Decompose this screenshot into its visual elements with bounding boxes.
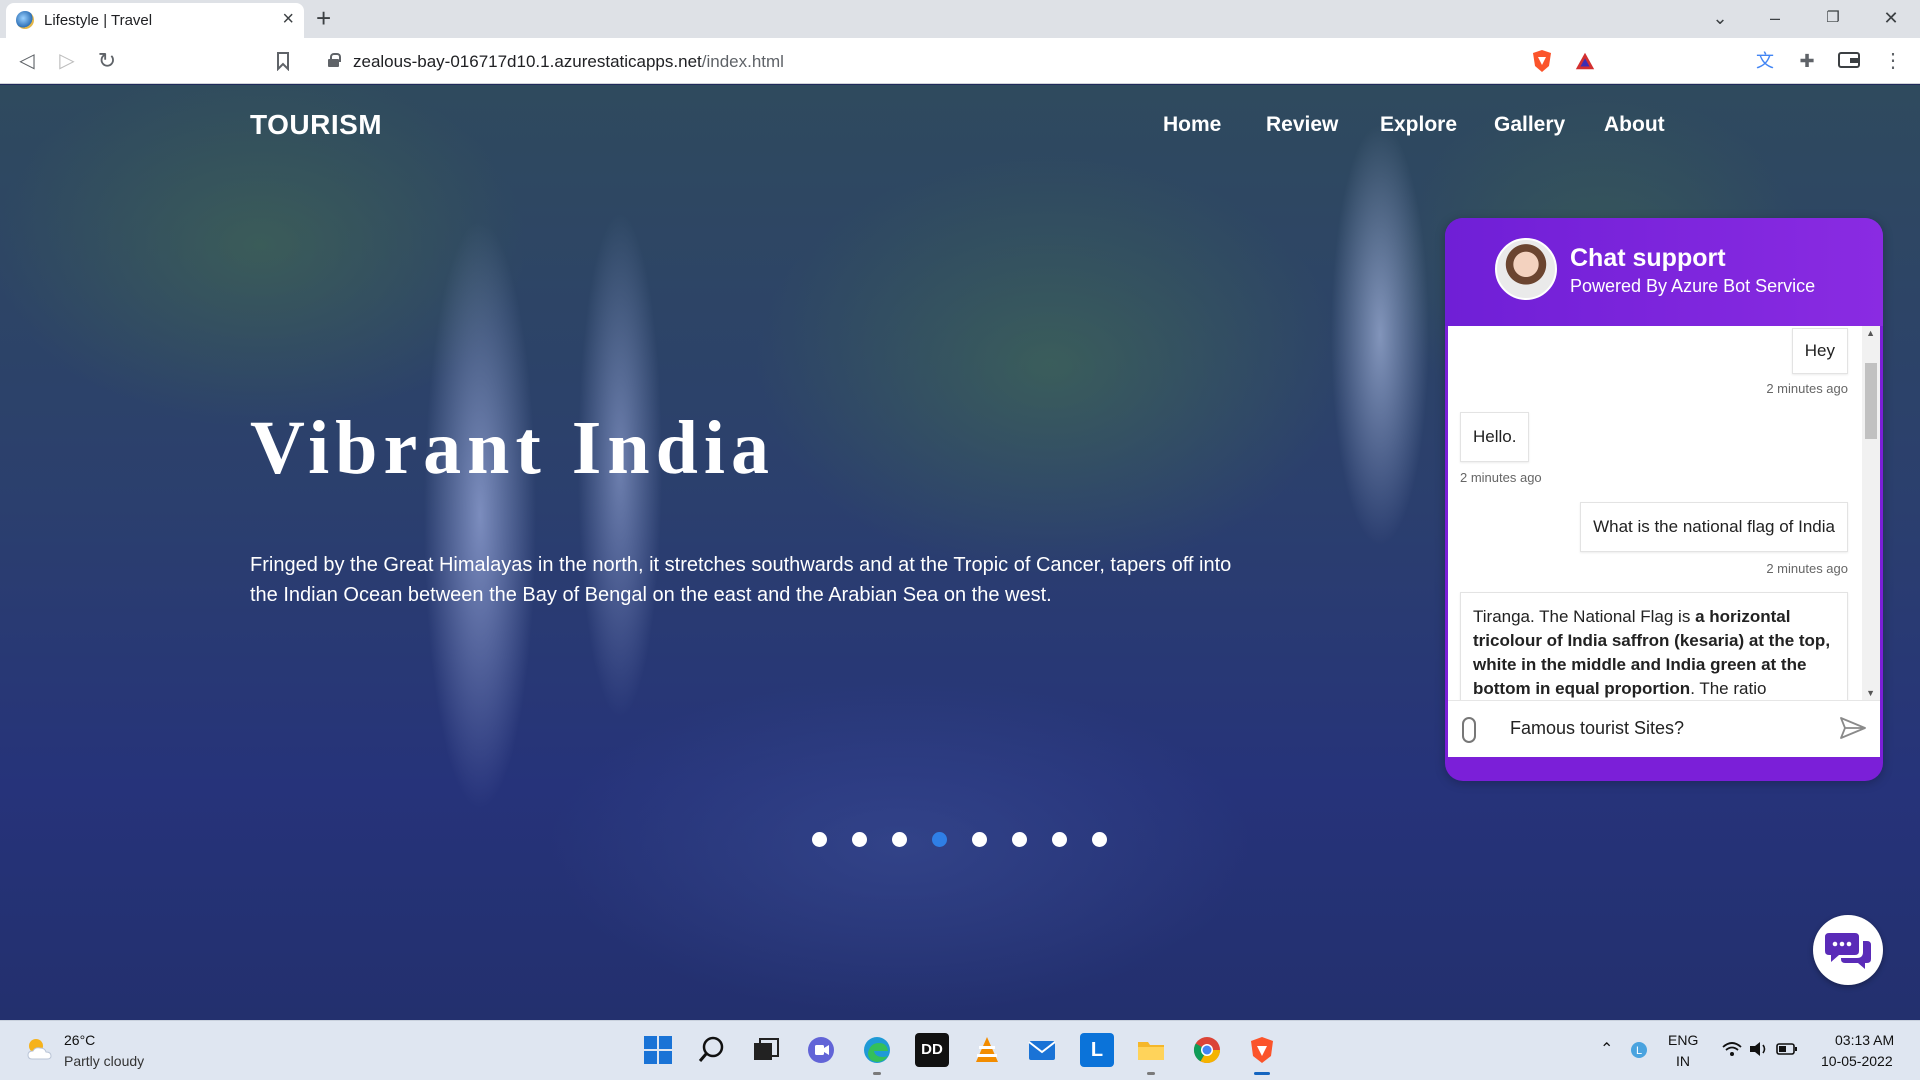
forward-icon[interactable]: ▷ <box>52 46 82 76</box>
chat-bubbles-icon <box>1825 933 1871 969</box>
nav-review[interactable]: Review <box>1266 113 1338 137</box>
file-explorer-icon[interactable] <box>1134 1033 1168 1075</box>
attachment-icon[interactable] <box>1462 717 1476 743</box>
nav-about[interactable]: About <box>1604 113 1665 137</box>
chat-scrollbar[interactable]: ▲ ▼ <box>1862 326 1880 700</box>
brave-shield-icon[interactable] <box>1531 49 1553 73</box>
chat-launcher-button[interactable] <box>1813 915 1883 985</box>
l-app-icon[interactable]: L <box>1080 1033 1114 1067</box>
nav-gallery[interactable]: Gallery <box>1494 113 1565 137</box>
clock-date[interactable]: 10-05-2022 <box>1821 1053 1893 1069</box>
message-timestamp: 2 minutes ago <box>1766 561 1848 576</box>
menu-icon[interactable]: ⋮ <box>1880 48 1906 74</box>
bookmark-icon[interactable] <box>276 51 290 71</box>
teams-chat-icon[interactable] <box>804 1033 838 1067</box>
chat-transcript[interactable]: Hey 2 minutes ago Hello. 2 minutes ago W… <box>1448 326 1880 700</box>
edge-browser-icon[interactable] <box>860 1033 894 1075</box>
minimize-button[interactable]: – <box>1760 6 1790 30</box>
agent-avatar <box>1495 238 1557 300</box>
scroll-down-icon[interactable]: ▼ <box>1866 688 1875 698</box>
carousel-dot[interactable] <box>852 832 867 847</box>
tab-title: Lifestyle | Travel <box>44 12 153 29</box>
carousel-dot[interactable] <box>1092 832 1107 847</box>
user-message: What is the national flag of India <box>1580 502 1848 552</box>
wallet-icon[interactable] <box>1838 51 1860 69</box>
carousel-dot[interactable] <box>1052 832 1067 847</box>
site-logo[interactable]: TOURISM <box>250 109 382 141</box>
partly-cloudy-icon[interactable] <box>24 1035 54 1065</box>
nav-explore[interactable]: Explore <box>1380 113 1457 137</box>
l-tray-app-icon[interactable]: L <box>1630 1041 1648 1059</box>
chat-subtitle: Powered By Azure Bot Service <box>1570 276 1816 296</box>
message-timestamp: 2 minutes ago <box>1460 470 1542 485</box>
translate-icon[interactable]: 文 <box>1752 48 1778 74</box>
input-region[interactable]: IN <box>1676 1053 1690 1069</box>
chat-title: Chat support <box>1570 244 1726 272</box>
message-timestamp: 2 minutes ago <box>1766 381 1848 396</box>
volume-icon[interactable] <box>1748 1040 1770 1058</box>
vlc-icon[interactable] <box>970 1033 1004 1067</box>
search-icon[interactable] <box>695 1033 729 1067</box>
chat-input-bar: Famous tourist Sites? <box>1448 700 1880 757</box>
scrollbar-thumb[interactable] <box>1865 363 1877 439</box>
browser-tab-bar: Lifestyle | Travel × + ⌄ – ❐ ✕ <box>0 0 1920 38</box>
address-bar[interactable]: zealous-bay-016717d10.1.azurestaticapps.… <box>312 44 1608 78</box>
back-icon[interactable]: ◁ <box>12 46 42 76</box>
brave-rewards-icon[interactable] <box>1574 49 1596 73</box>
browser-toolbar: ◁ ▷ ↻ zealous-bay-016717d10.1.azurestati… <box>0 38 1920 84</box>
browser-tab[interactable]: Lifestyle | Travel × <box>6 3 304 38</box>
carousel-dot[interactable] <box>1012 832 1027 847</box>
carousel-dot[interactable] <box>932 832 947 847</box>
weather-condition: Partly cloudy <box>64 1053 145 1069</box>
hero-title: Vibrant India <box>250 406 775 490</box>
extensions-puzzle-icon[interactable]: ✚ <box>1794 48 1820 74</box>
carousel-dot[interactable] <box>972 832 987 847</box>
clock-time[interactable]: 03:13 AM <box>1835 1032 1894 1048</box>
input-language[interactable]: ENG <box>1668 1032 1698 1048</box>
svg-text:L: L <box>1636 1045 1642 1057</box>
send-icon[interactable] <box>1840 717 1866 739</box>
reload-icon[interactable]: ↻ <box>92 46 122 76</box>
scroll-up-icon[interactable]: ▲ <box>1866 328 1875 338</box>
site-favicon-icon <box>16 11 34 29</box>
carousel-dot[interactable] <box>812 832 827 847</box>
lock-icon <box>328 53 341 67</box>
brave-browser-icon[interactable] <box>1245 1033 1279 1075</box>
message-input[interactable]: Famous tourist Sites? <box>1510 718 1684 739</box>
chat-header: Chat support Powered By Azure Bot Servic… <box>1445 218 1883 326</box>
url-text[interactable]: zealous-bay-016717d10.1.azurestaticapps.… <box>353 52 784 72</box>
bot-message: Tiranga. The National Flag is a horizont… <box>1460 592 1848 700</box>
new-tab-button[interactable]: + <box>316 4 331 32</box>
wifi-icon[interactable] <box>1722 1041 1742 1057</box>
hero-description: Fringed by the Great Himalayas in the no… <box>250 554 1232 606</box>
windows-start-icon[interactable] <box>641 1033 675 1067</box>
mail-icon[interactable] <box>1025 1033 1059 1067</box>
user-message: Hey <box>1791 328 1848 374</box>
nav-home[interactable]: Home <box>1163 113 1221 137</box>
tab-list-icon[interactable]: ⌄ <box>1705 6 1735 30</box>
task-view-icon[interactable] <box>749 1033 783 1067</box>
maximize-button[interactable]: ❐ <box>1818 6 1848 30</box>
chrome-icon[interactable] <box>1190 1033 1224 1067</box>
close-window-button[interactable]: ✕ <box>1876 6 1906 30</box>
windows-taskbar: 26°C Partly cloudy DD L ⌃ L ENG IN 03:13… <box>0 1020 1920 1080</box>
bot-message: Hello. <box>1460 412 1530 462</box>
carousel-dot[interactable] <box>892 832 907 847</box>
battery-icon[interactable] <box>1776 1041 1798 1057</box>
show-hidden-icons-chevron[interactable]: ⌃ <box>1600 1039 1613 1059</box>
chat-support-widget: Chat support Powered By Azure Bot Servic… <box>1445 218 1883 781</box>
dolby-access-icon[interactable]: DD <box>915 1033 949 1067</box>
tab-close-icon[interactable]: × <box>282 9 294 29</box>
weather-temperature: 26°C <box>64 1032 96 1048</box>
